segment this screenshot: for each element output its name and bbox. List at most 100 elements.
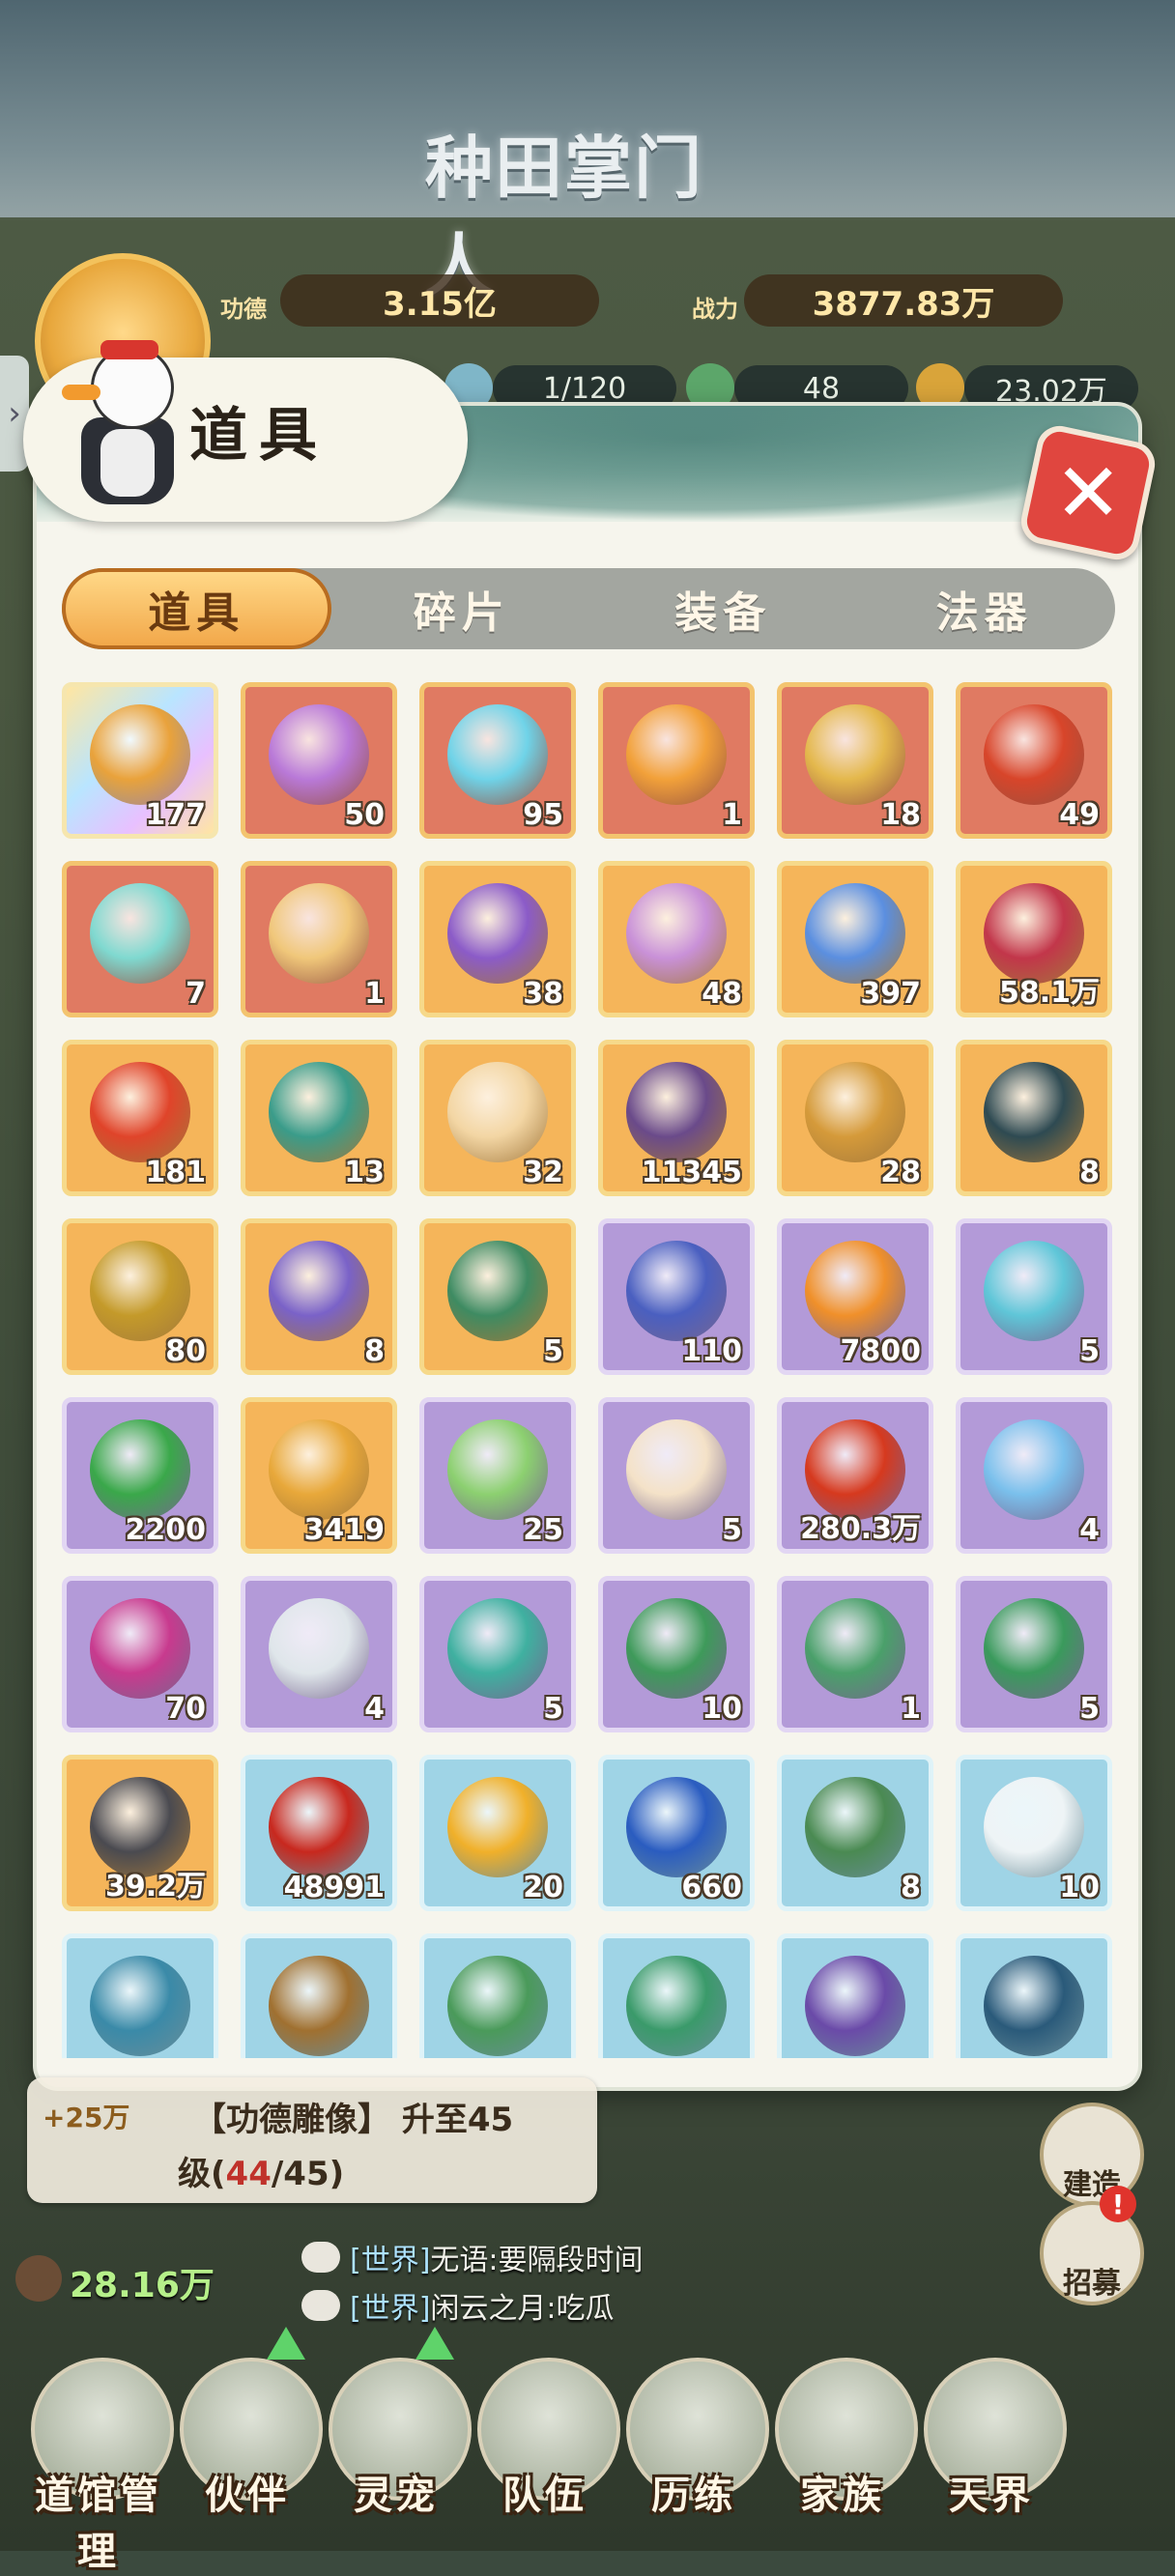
item-slot[interactable]: 397 [777, 861, 933, 1017]
item-count: 70 [165, 1692, 206, 1726]
item-slot[interactable]: 95 [419, 682, 576, 839]
item-slot[interactable]: 18 [777, 682, 933, 839]
item-slot[interactable]: 4 [241, 1576, 397, 1732]
item-slot[interactable]: 32 [419, 1040, 576, 1196]
item-slot[interactable]: 5 [956, 1218, 1112, 1375]
item-slot[interactable]: 50 [241, 682, 397, 839]
item-slot[interactable] [956, 1933, 1112, 2058]
item-count: 10 [702, 1692, 742, 1726]
jade-icon [686, 363, 734, 412]
item-icon [626, 1777, 727, 1877]
nav-item[interactable]: 灵宠 [319, 2327, 473, 2551]
item-slot[interactable]: 1 [241, 861, 397, 1017]
close-button[interactable]: ✕ [1017, 421, 1160, 564]
item-slot[interactable] [777, 1933, 933, 2058]
item-slot[interactable]: 49 [956, 682, 1112, 839]
item-slot[interactable]: 10 [956, 1755, 1112, 1911]
item-slot[interactable]: 39.2万 [62, 1755, 218, 1911]
item-slot[interactable]: 1 [598, 682, 755, 839]
item-count: 2200 [125, 1513, 207, 1547]
nav-item[interactable]: 历练 [616, 2336, 771, 2551]
item-count: 58.1万 [998, 976, 1100, 1010]
item-slot[interactable] [241, 1933, 397, 2058]
item-slot[interactable]: 13 [241, 1040, 397, 1196]
nav-item[interactable]: 伙伴 [170, 2327, 325, 2551]
item-slot[interactable]: 80 [62, 1218, 218, 1375]
item-slot[interactable]: 177 [62, 682, 218, 839]
nav-item[interactable]: 道馆管理 [21, 2336, 176, 2574]
item-slot[interactable]: 38 [419, 861, 576, 1017]
item-count: 110 [681, 1334, 742, 1368]
item-slot[interactable]: 7800 [777, 1218, 933, 1375]
quest-progress-current: 44 [225, 2155, 272, 2193]
chat-line[interactable]: [世界]无语:要隔段时间 [350, 2236, 644, 2278]
tab-items[interactable]: 道具 [62, 568, 331, 649]
nav-item[interactable]: 天界 [914, 2336, 1069, 2551]
item-count: 10 [1059, 1871, 1100, 1904]
item-slot[interactable]: 1 [777, 1576, 933, 1732]
tab-equipment[interactable]: 装备 [592, 568, 854, 649]
item-slot[interactable]: 5 [419, 1218, 576, 1375]
item-icon [447, 1777, 548, 1877]
chat-bubble-icon [301, 2242, 340, 2273]
item-slot[interactable]: 8 [777, 1755, 933, 1911]
item-slot[interactable]: 10 [598, 1576, 755, 1732]
item-slot[interactable]: 48991 [241, 1755, 397, 1911]
nav-item[interactable]: 队伍 [468, 2336, 622, 2551]
item-icon [984, 1777, 1084, 1877]
nav-item[interactable]: 家族 [765, 2336, 920, 2551]
item-slot[interactable]: 20 [419, 1755, 576, 1911]
item-slot[interactable]: 48 [598, 861, 755, 1017]
item-count: 397 [860, 977, 921, 1011]
item-slot[interactable]: 58.1万 [956, 861, 1112, 1017]
item-slot[interactable] [62, 1933, 218, 2058]
item-icon [626, 704, 727, 805]
item-slot[interactable]: 3419 [241, 1397, 397, 1554]
item-icon [269, 704, 369, 805]
upgrade-arrow-icon [267, 2327, 305, 2360]
upgrade-arrow-icon [416, 2327, 454, 2360]
item-slot[interactable]: 7 [62, 861, 218, 1017]
item-slot[interactable]: 11345 [598, 1040, 755, 1196]
tab-artifacts[interactable]: 法器 [854, 568, 1116, 649]
item-slot[interactable]: 5 [598, 1397, 755, 1554]
nav-label: 伙伴 [205, 2473, 290, 2518]
item-slot[interactable]: 8 [956, 1040, 1112, 1196]
item-count: 1 [901, 1692, 921, 1726]
item-count: 28 [880, 1156, 921, 1189]
item-icon [269, 1777, 369, 1877]
recruit-alert-badge: ! [1100, 2186, 1136, 2222]
item-count: 50 [344, 798, 385, 832]
item-icon [447, 1062, 548, 1162]
item-slot[interactable]: 660 [598, 1755, 755, 1911]
item-slot[interactable]: 2200 [62, 1397, 218, 1554]
item-slot[interactable]: 5 [956, 1576, 1112, 1732]
item-slot[interactable]: 110 [598, 1218, 755, 1375]
crane-mascot-icon [62, 340, 186, 510]
item-slot[interactable]: 70 [62, 1576, 218, 1732]
item-icon [269, 1956, 369, 2056]
item-slot[interactable]: 8 [241, 1218, 397, 1375]
item-slot[interactable]: 28 [777, 1040, 933, 1196]
item-icon [269, 1241, 369, 1341]
item-slot[interactable]: 25 [419, 1397, 576, 1554]
item-count: 5 [543, 1692, 563, 1726]
item-count: 8 [901, 1871, 921, 1904]
item-count: 4 [364, 1692, 385, 1726]
item-slot[interactable]: 181 [62, 1040, 218, 1196]
close-icon: ✕ [1053, 444, 1123, 540]
chat-line[interactable]: [世界]闲云之月:吃瓜 [350, 2284, 615, 2327]
tab-fragments[interactable]: 碎片 [331, 568, 593, 649]
item-count: 48 [702, 977, 742, 1011]
item-slot[interactable] [598, 1933, 755, 2058]
item-slot[interactable]: 4 [956, 1397, 1112, 1554]
item-icon [805, 1241, 905, 1341]
nav-label: 历练 [651, 2473, 736, 2518]
item-slot[interactable]: 280.3万 [777, 1397, 933, 1554]
item-count: 3419 [303, 1513, 386, 1547]
nav-label: 灵宠 [354, 2473, 439, 2518]
item-slot[interactable] [419, 1933, 576, 2058]
coin-count: 23.02万 [964, 365, 1138, 412]
item-slot[interactable]: 5 [419, 1576, 576, 1732]
item-count: 38 [523, 977, 563, 1011]
